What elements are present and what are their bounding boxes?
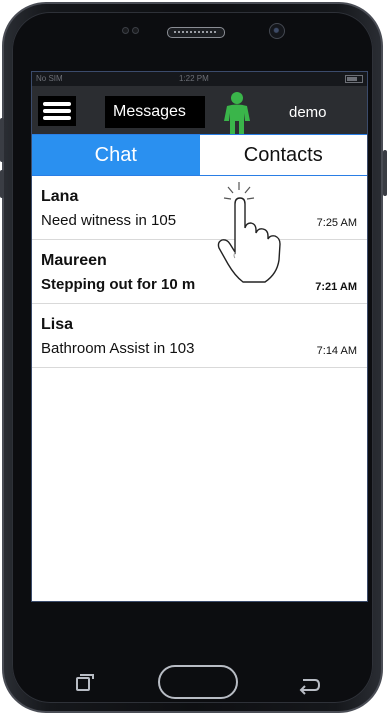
side-button-left-top xyxy=(0,118,4,162)
message-list: Lana Need witness in 105 7:25 AM Maureen… xyxy=(32,176,367,368)
sensor-dot xyxy=(122,27,129,34)
sender-name: Lisa xyxy=(41,316,74,333)
battery-icon xyxy=(345,74,363,83)
message-time: 7:14 AM xyxy=(316,345,357,357)
tab-bar: Chat Contacts xyxy=(32,134,367,176)
list-item[interactable]: Lana Need witness in 105 7:25 AM xyxy=(32,176,367,240)
message-preview: Need witness in 105 xyxy=(41,212,177,229)
list-item[interactable]: Maureen Stepping out for 10 m 7:21 AM xyxy=(32,240,367,304)
phone-screen: No SIM 1:22 PM Messages demo Chat Contac… xyxy=(31,71,368,602)
list-item[interactable]: Lisa Bathroom Assist in 103 7:14 AM xyxy=(32,304,367,368)
front-camera xyxy=(269,23,285,39)
sender-name: Lana xyxy=(41,188,79,205)
message-preview: Stepping out for 10 m xyxy=(41,276,196,293)
system-nav-bar xyxy=(10,662,371,706)
carrier-label: No SIM xyxy=(36,74,63,83)
tab-chat[interactable]: Chat xyxy=(32,135,200,175)
app-bar: Messages demo xyxy=(32,86,367,135)
message-time: 7:21 AM xyxy=(315,281,357,293)
user-name[interactable]: demo xyxy=(289,104,327,121)
page-title: Messages xyxy=(105,96,205,128)
message-time: 7:25 AM xyxy=(316,217,357,229)
tap-hand-icon xyxy=(217,182,281,283)
status-bar: No SIM 1:22 PM xyxy=(32,72,367,86)
earpiece-speaker xyxy=(167,27,225,38)
sensor-dot xyxy=(132,27,139,34)
message-preview: Bathroom Assist in 103 xyxy=(41,340,195,357)
home-button[interactable] xyxy=(158,665,238,699)
side-button-left-bottom xyxy=(0,170,4,198)
side-button-right xyxy=(383,150,387,196)
tab-contacts[interactable]: Contacts xyxy=(199,135,367,175)
sender-name: Maureen xyxy=(41,252,107,269)
menu-icon[interactable] xyxy=(38,96,76,126)
back-icon[interactable] xyxy=(297,674,323,696)
person-icon[interactable] xyxy=(219,91,255,135)
recent-apps-icon[interactable] xyxy=(76,674,94,691)
status-time: 1:22 PM xyxy=(179,74,209,83)
